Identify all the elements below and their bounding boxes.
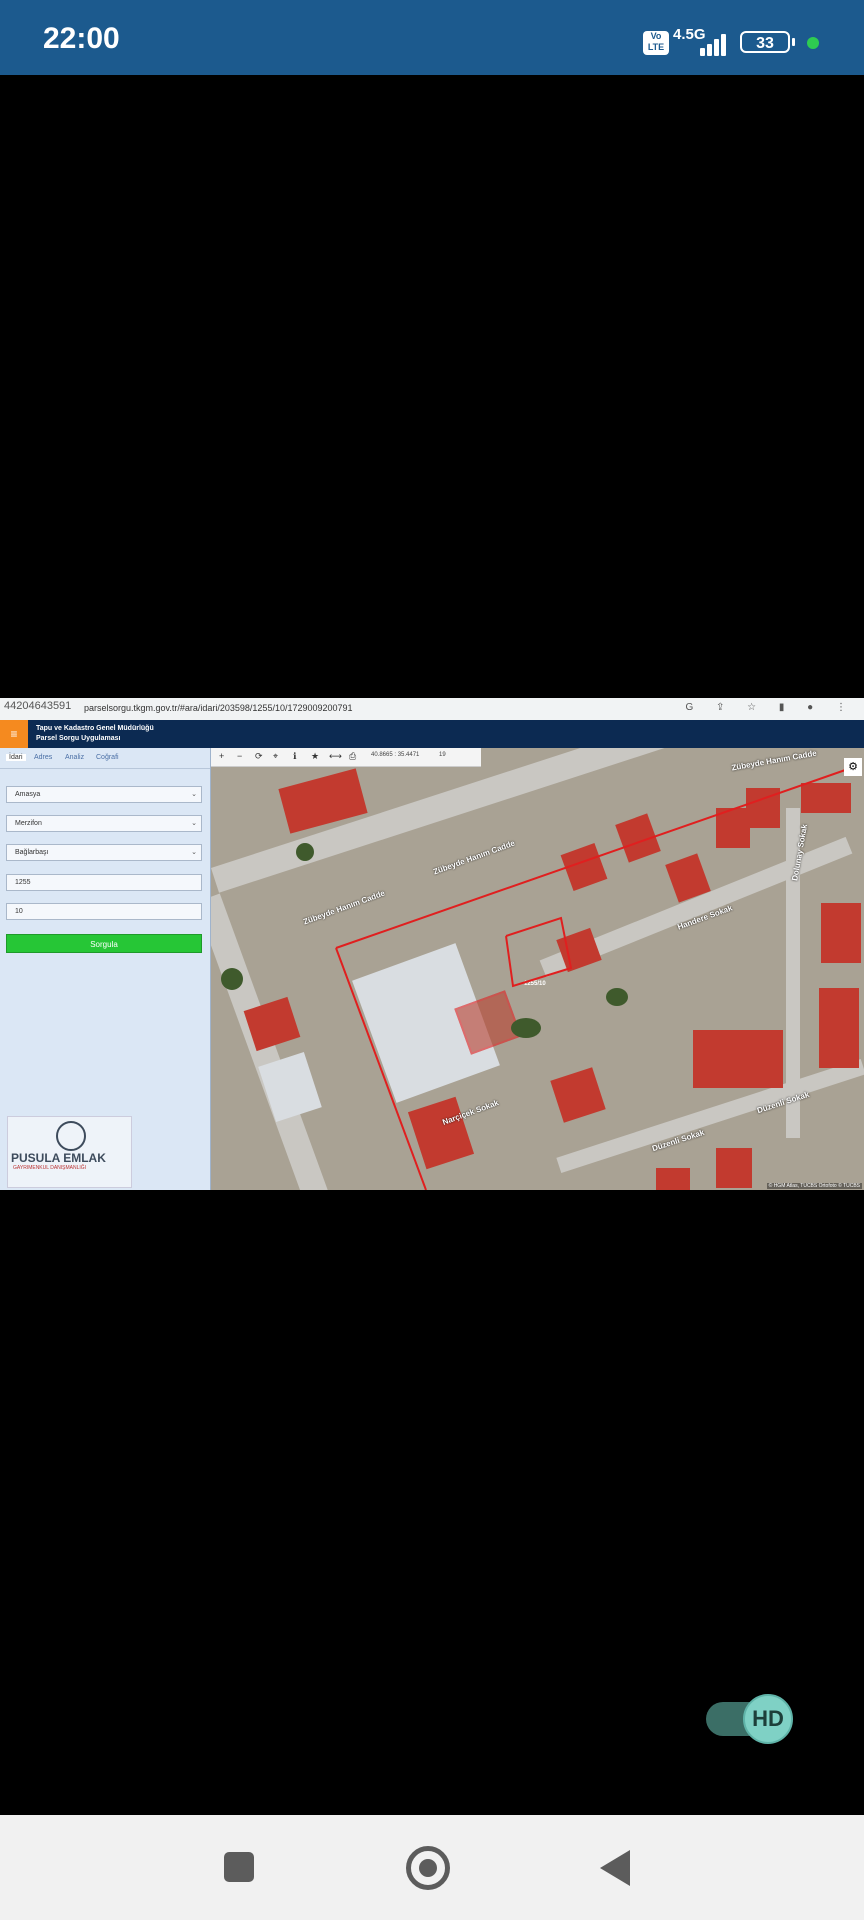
logo-tagline: GAYRIMENKUL DANIŞMANLIĞI bbox=[13, 1165, 87, 1171]
menu-icon: ≡ bbox=[0, 720, 28, 748]
province-value: Amasya bbox=[15, 791, 41, 798]
status-bar: 22:00 Vo LTE 4.5G 33 bbox=[0, 0, 864, 75]
print-icon: ⎙ bbox=[349, 751, 357, 761]
app-title-line2: Parsel Sorgu Uygulaması bbox=[36, 735, 121, 742]
neighborhood-select: Bağlarbaşı ⌄ bbox=[6, 844, 202, 861]
province-select: Amasya ⌄ bbox=[6, 786, 202, 803]
tab-idari: İdari bbox=[6, 754, 26, 761]
parcel-field: 10 bbox=[6, 903, 202, 920]
pusula-emlak-logo: PUSULA EMLAK GAYRIMENKUL DANIŞMANLIĞI bbox=[7, 1116, 132, 1188]
map-zoom-level: 19 bbox=[439, 752, 446, 758]
compass-icon bbox=[56, 1121, 86, 1151]
tab-cografi: Coğrafi bbox=[96, 754, 119, 761]
tab-analiz: Analiz bbox=[65, 754, 85, 761]
block-value: 1255 bbox=[15, 879, 31, 886]
signal-icon bbox=[700, 30, 732, 56]
map-toolbar: + − ⟳ ⌖ ℹ ★ ⟷ ⎙ 40.8665 : 35.4471 19 bbox=[211, 748, 481, 767]
hd-toggle[interactable]: HD bbox=[743, 1694, 793, 1744]
neighborhood-value: Bağlarbaşı bbox=[15, 849, 49, 856]
query-button: Sorgula bbox=[6, 934, 202, 953]
browser-toolbar-icons: G ⇪ ☆ ▮ ● ⋮ bbox=[685, 702, 856, 713]
clock: 22:00 bbox=[43, 22, 120, 55]
privacy-indicator-dot bbox=[807, 37, 819, 49]
measure-icon: ⟷ bbox=[329, 751, 342, 761]
zoom-in-icon: + bbox=[219, 751, 225, 761]
info-icon: ℹ bbox=[293, 751, 297, 761]
query-side-panel: İdari Adres Analiz Coğrafi Amasya ⌄ Merz… bbox=[0, 748, 211, 1190]
url-text: parselsorgu.tkgm.gov.tr/#ara/idari/20359… bbox=[84, 703, 353, 713]
volte-icon: Vo LTE bbox=[643, 31, 669, 55]
app-title-line1: Tapu ve Kadastro Genel Müdürlüğü bbox=[36, 725, 154, 732]
battery-tip bbox=[792, 38, 795, 46]
chevron-down-icon: ⌄ bbox=[191, 820, 197, 827]
map-coordinates: 40.8665 : 35.4471 bbox=[371, 752, 420, 758]
battery-icon: 33 bbox=[740, 31, 790, 53]
zoom-out-icon: − bbox=[237, 751, 243, 761]
map-attribution: © HGM Atlas, TUCBS Ortofoto © TUCBS bbox=[766, 1183, 862, 1189]
district-select: Merzifon ⌄ bbox=[6, 815, 202, 832]
chevron-down-icon: ⌄ bbox=[191, 791, 197, 798]
app-title: Tapu ve Kadastro Genel Müdürlüğü Parsel … bbox=[36, 724, 154, 744]
locate-icon: ⌖ bbox=[273, 751, 279, 761]
home-button-inner bbox=[419, 1859, 437, 1877]
star-icon: ★ bbox=[311, 751, 320, 761]
tab-adres: Adres bbox=[34, 754, 53, 761]
logo-brand: PUSULA EMLAK bbox=[11, 1151, 106, 1165]
refresh-icon: ⟳ bbox=[255, 751, 263, 761]
satellite-map: 1255/10 Zübeyde Hanım Cadde Zübeyde Hanı… bbox=[211, 748, 864, 1190]
block-field: 1255 bbox=[6, 874, 202, 891]
browser-url-bar: 44204643591 parselsorgu.tkgm.gov.tr/#ara… bbox=[0, 698, 864, 720]
gear-icon: ⚙ bbox=[844, 758, 862, 776]
boundary-overlay bbox=[335, 767, 852, 1190]
query-tabs: İdari Adres Analiz Coğrafi bbox=[0, 748, 210, 769]
chevron-down-icon: ⌄ bbox=[191, 849, 197, 856]
app-header: ≡ Tapu ve Kadastro Genel Müdürlüğü Parse… bbox=[0, 720, 864, 748]
shared-screenshot: 44204643591 parselsorgu.tkgm.gov.tr/#ara… bbox=[0, 698, 864, 1190]
parcel-value: 10 bbox=[15, 908, 23, 915]
recents-button[interactable] bbox=[224, 1852, 254, 1882]
back-button[interactable] bbox=[600, 1850, 630, 1886]
district-value: Merzifon bbox=[15, 820, 42, 827]
overlay-number: 44204643591 bbox=[4, 700, 72, 712]
